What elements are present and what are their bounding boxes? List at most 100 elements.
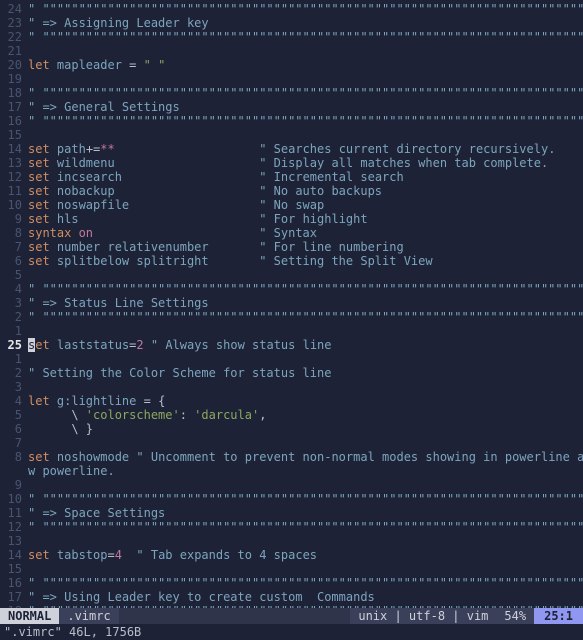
code-line[interactable]: 9: [0, 478, 583, 492]
code-line[interactable]: 6set splitbelow splitright " Setting the…: [0, 254, 583, 268]
code-line[interactable]: 22" """"""""""""""""""""""""""""""""""""…: [0, 30, 583, 44]
code-line[interactable]: 9set hls " For highlight: [0, 212, 583, 226]
code-line[interactable]: 14set path+=** " Searches current direct…: [0, 142, 583, 156]
code-line[interactable]: 14set tabstop=4 " Tab expands to 4 space…: [0, 548, 583, 562]
code-line[interactable]: 13set wildmenu " Display all matches whe…: [0, 156, 583, 170]
line-number: 17: [0, 100, 28, 114]
code-content: [28, 436, 583, 450]
line-number: 6: [0, 422, 28, 436]
line-number: 15: [0, 562, 28, 576]
line-number: 13: [0, 156, 28, 170]
code-line[interactable]: 6 \ }: [0, 422, 583, 436]
code-line[interactable]: 12" """"""""""""""""""""""""""""""""""""…: [0, 520, 583, 534]
code-line[interactable]: 7set number relativenumber " For line nu…: [0, 240, 583, 254]
code-content: [28, 562, 583, 576]
line-number: 11: [0, 506, 28, 520]
code-content: set hls " For highlight: [28, 212, 583, 226]
code-line[interactable]: 13: [0, 534, 583, 548]
code-content: " """"""""""""""""""""""""""""""""""""""…: [28, 576, 583, 590]
code-line[interactable]: 7: [0, 436, 583, 450]
line-number: [0, 464, 28, 478]
code-line[interactable]: 3: [0, 380, 583, 394]
current-line[interactable]: 25set laststatus=2 " Always show status …: [0, 338, 583, 352]
code-line[interactable]: 4" """""""""""""""""""""""""""""""""""""…: [0, 282, 583, 296]
code-content: set splitbelow splitright " Setting the …: [28, 254, 583, 268]
code-line[interactable]: 15: [0, 128, 583, 142]
line-number: 15: [0, 128, 28, 142]
line-number: 9: [0, 212, 28, 226]
code-line[interactable]: 15: [0, 562, 583, 576]
code-line[interactable]: 21: [0, 44, 583, 58]
code-content: " => Space Settings: [28, 506, 583, 520]
line-number: 8: [0, 450, 28, 464]
line-number: 7: [0, 240, 28, 254]
command-line[interactable]: ".vimrc" 46L, 1756B: [0, 624, 583, 640]
code-content: w powerline.: [28, 464, 583, 478]
line-number: 16: [0, 114, 28, 128]
code-content: " """"""""""""""""""""""""""""""""""""""…: [28, 282, 583, 296]
code-line[interactable]: w powerline.: [0, 464, 583, 478]
line-number: 8: [0, 226, 28, 240]
vim-editor[interactable]: 2 4" """"""""""""""""""""""""""""""""""""…: [0, 0, 583, 640]
line-number: 14: [0, 548, 28, 562]
code-content: [28, 128, 583, 142]
line-number: 11: [0, 184, 28, 198]
code-line[interactable]: 2" """""""""""""""""""""""""""""""""""""…: [0, 310, 583, 324]
code-line[interactable]: 16" """"""""""""""""""""""""""""""""""""…: [0, 114, 583, 128]
code-line[interactable]: 3" => Status Line Settings: [0, 296, 583, 310]
code-line[interactable]: 16" """"""""""""""""""""""""""""""""""""…: [0, 576, 583, 590]
editor-buffer[interactable]: 2 4" """"""""""""""""""""""""""""""""""""…: [0, 0, 583, 608]
code-content: syntax on " Syntax: [28, 226, 583, 240]
code-line[interactable]: 24" """"""""""""""""""""""""""""""""""""…: [0, 2, 583, 16]
code-line[interactable]: 10set noswapfile " No swap: [0, 198, 583, 212]
code-line[interactable]: 1: [0, 324, 583, 338]
code-line[interactable]: 17" => General Settings: [0, 100, 583, 114]
code-line[interactable]: 11set nobackup " No auto backups: [0, 184, 583, 198]
line-number: 10: [0, 198, 28, 212]
line-number: 17: [0, 590, 28, 604]
code-content: let g:lightline = {: [28, 394, 583, 408]
code-content: " """"""""""""""""""""""""""""""""""""""…: [28, 310, 583, 324]
code-content: set tabstop=4 " Tab expands to 4 spaces: [28, 548, 583, 562]
code-line[interactable]: 8syntax on " Syntax: [0, 226, 583, 240]
code-line[interactable]: 1: [0, 352, 583, 366]
line-number: 13: [0, 534, 28, 548]
line-number: 10: [0, 492, 28, 506]
code-content: set laststatus=2 " Always show status li…: [28, 338, 583, 352]
code-line[interactable]: 8set noshowmode " Uncomment to prevent n…: [0, 450, 583, 464]
code-content: \ }: [28, 422, 583, 436]
line-number: 14: [0, 142, 28, 156]
line-number: 5: [0, 408, 28, 422]
file-name: .vimrc: [59, 608, 118, 624]
line-number: 3: [0, 380, 28, 394]
code-line[interactable]: 19: [0, 72, 583, 86]
code-content: " => Using Leader key to create custom C…: [28, 590, 583, 604]
code-content: let mapleader = " ": [28, 58, 583, 72]
file-info: unix | utf-8 | vim: [350, 608, 496, 624]
code-line[interactable]: 11" => Space Settings: [0, 506, 583, 520]
line-number: 2: [0, 366, 28, 380]
code-line[interactable]: 12set incsearch " Incremental search: [0, 170, 583, 184]
code-line[interactable]: 20let mapleader = " ": [0, 58, 583, 72]
code-content: set noswapfile " No swap: [28, 198, 583, 212]
scroll-percent: 54%: [496, 608, 534, 624]
code-line[interactable]: 5 \ 'colorscheme': 'darcula',: [0, 408, 583, 422]
code-content: [28, 380, 583, 394]
code-line[interactable]: 5: [0, 268, 583, 282]
code-line[interactable]: 17" => Using Leader key to create custom…: [0, 590, 583, 604]
code-line[interactable]: 4let g:lightline = {: [0, 394, 583, 408]
code-line[interactable]: 23" => Assigning Leader key: [0, 16, 583, 30]
code-content: set wildmenu " Display all matches when …: [28, 156, 583, 170]
code-line[interactable]: 18" """"""""""""""""""""""""""""""""""""…: [0, 86, 583, 100]
status-line: NORMAL .vimrc unix | utf-8 | vim 54% 25:…: [0, 608, 583, 624]
code-content: " => Status Line Settings: [28, 296, 583, 310]
line-number: 1: [0, 324, 28, 338]
code-content: [28, 72, 583, 86]
code-line[interactable]: 2" Setting the Color Scheme for status l…: [0, 366, 583, 380]
line-number: 22: [0, 30, 28, 44]
code-line[interactable]: 10" """"""""""""""""""""""""""""""""""""…: [0, 492, 583, 506]
code-content: " """"""""""""""""""""""""""""""""""""""…: [28, 30, 583, 44]
line-number: 20: [0, 58, 28, 72]
line-number: 2: [0, 310, 28, 324]
line-number: 12: [0, 520, 28, 534]
